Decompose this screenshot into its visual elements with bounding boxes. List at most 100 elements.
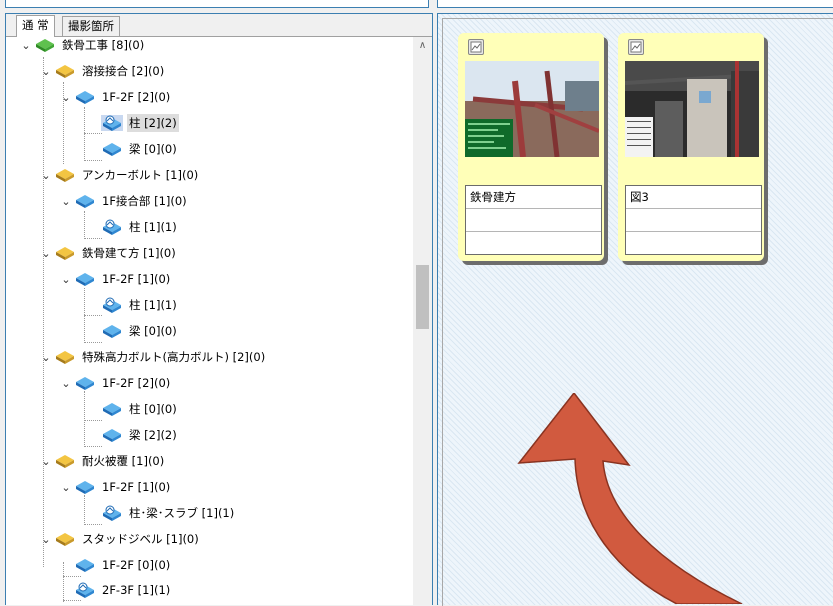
tab-shooting-location[interactable]: 撮影箇所 [62, 16, 120, 36]
tree-guide-line [84, 107, 85, 161]
tree-node-label[interactable]: 1F接合部 [1](0) [100, 192, 189, 210]
photo-caption[interactable]: 図3 [626, 186, 761, 209]
tree-node-label[interactable]: スタッドジベル [1](0) [80, 530, 201, 548]
tree-node-label[interactable]: 耐火被覆 [1](0) [80, 452, 166, 470]
tree-node-label[interactable]: 2F-3F [1](1) [100, 582, 172, 598]
tree-node[interactable]: ⌄ 1F接合部 [1](0) [60, 189, 189, 213]
chevron-down-icon[interactable]: ⌄ [40, 351, 52, 364]
folder-tree: ⌄ 鉄骨工事 [8](0) ⌄ 溶接接合 [2](0) ⌄ 1F-2F [2](0) 柱 [… [6, 37, 413, 605]
photo-card[interactable]: 図3 [618, 33, 764, 261]
scroll-thumb[interactable] [416, 265, 429, 329]
folder-blue-icon [74, 375, 96, 391]
tree-node-label[interactable]: 柱 [2](2) [127, 114, 179, 132]
tree-node[interactable]: ⌄ 1F-2F [2](0) [60, 371, 172, 395]
photo-caption-table: 鉄骨建方 [465, 185, 602, 255]
tree-node-label[interactable]: 1F-2F [0](0) [100, 557, 172, 573]
tree-node[interactable]: ⌄ 1F-2F [1](0) [60, 475, 172, 499]
caption-row-empty[interactable] [466, 209, 601, 232]
chevron-down-icon[interactable]: ⌄ [40, 455, 52, 468]
tree-guide-line [84, 495, 85, 525]
chevron-down-icon[interactable]: ⌄ [40, 247, 52, 260]
folder-green-icon [34, 37, 56, 53]
tree-node-label[interactable]: 梁 [0](0) [127, 322, 179, 340]
tree-node-label[interactable]: 1F-2F [2](0) [100, 375, 172, 391]
tree-node[interactable]: 梁 [0](0) [87, 319, 179, 343]
scroll-up-icon[interactable]: ∧ [413, 37, 432, 55]
chevron-down-icon[interactable]: ⌄ [40, 65, 52, 78]
tab-normal[interactable]: 通 常 [16, 15, 55, 37]
folder-blue-icon [74, 193, 96, 209]
tree-node[interactable]: 柱 [0](0) [87, 397, 179, 421]
tree-node[interactable]: 1F-2F [0](0) [60, 553, 172, 577]
photo-card[interactable]: 鉄骨建方 [458, 33, 604, 261]
tree-node[interactable]: ⌄ 1F-2F [1](0) [60, 267, 172, 291]
folder-photo-icon [101, 219, 123, 235]
tree-node-label[interactable]: 溶接接合 [2](0) [80, 62, 166, 80]
tree-node-label[interactable]: 1F-2F [1](0) [100, 271, 172, 287]
tree-node[interactable]: ⌄ 1F-2F [2](0) [60, 85, 172, 109]
tree-node-label[interactable]: 特殊高力ボルト(高力ボルト) [2](0) [80, 348, 267, 366]
folder-blue-icon [74, 89, 96, 105]
tree-node[interactable]: 柱 [1](1) [87, 215, 179, 239]
tree-node[interactable]: ⌄ スタッドジベル [1](0) [40, 527, 201, 551]
left-panel: 通 常 撮影箇所 ⌄ 鉄骨工事 [8](0) ⌄ 溶接接合 [2](0) ⌄ 1F-2F … [5, 13, 433, 605]
folder-yellow-icon [54, 349, 76, 365]
folder-blue-icon [101, 323, 123, 339]
chevron-down-icon[interactable]: ⌄ [60, 377, 72, 390]
tree-node[interactable]: 梁 [2](2) [87, 423, 179, 447]
tree-node-label[interactable]: 梁 [0](0) [127, 140, 179, 158]
tree-node[interactable]: ⌄ 特殊高力ボルト(高力ボルト) [2](0) [40, 345, 267, 369]
caption-row-empty[interactable] [466, 232, 601, 254]
tree-node[interactable]: 2F-3F [1](1) [60, 578, 172, 602]
photo-caption-table: 図3 [625, 185, 762, 255]
chevron-down-icon[interactable]: ⌄ [60, 91, 72, 104]
tree-node-label[interactable]: 柱 [1](1) [127, 218, 179, 236]
folder-blue-icon [74, 479, 96, 495]
tree-node[interactable]: ⌄ 鉄骨建て方 [1](0) [40, 241, 178, 265]
tree-node-label[interactable]: 柱 [0](0) [127, 400, 179, 418]
tree-node[interactable]: ⌄ 溶接接合 [2](0) [40, 59, 166, 83]
tree-node-label[interactable]: 1F-2F [1](0) [100, 479, 172, 495]
folder-yellow-icon [54, 245, 76, 261]
folder-blue-icon [74, 557, 96, 573]
tree-node[interactable]: 柱 [1](1) [87, 293, 179, 317]
folder-photo-icon [101, 505, 123, 521]
tree-node-label[interactable]: 柱･梁･スラブ [1](1) [127, 504, 236, 522]
folder-photo-icon [74, 582, 96, 598]
photo-thumbnail[interactable] [465, 61, 599, 157]
photo-thumbnail[interactable] [625, 61, 759, 157]
tree-node[interactable]: ⌄ 鉄骨工事 [8](0) [20, 37, 146, 57]
folder-photo-icon [101, 297, 123, 313]
image-check-icon[interactable] [628, 39, 644, 55]
image-check-icon[interactable] [468, 39, 484, 55]
chevron-down-icon[interactable]: ⌄ [60, 481, 72, 494]
tree-node[interactable]: ⌄ 耐火被覆 [1](0) [40, 449, 166, 473]
tree-node-label[interactable]: 1F-2F [2](0) [100, 89, 172, 105]
tree-node-label[interactable]: 鉄骨工事 [8](0) [60, 37, 146, 54]
chevron-down-icon[interactable]: ⌄ [60, 273, 72, 286]
chevron-down-icon[interactable]: ⌄ [40, 169, 52, 182]
folder-yellow-icon [54, 167, 76, 183]
tree-node-label[interactable]: アンカーボルト [1](0) [80, 166, 200, 184]
chevron-down-icon[interactable]: ⌄ [40, 533, 52, 546]
tree-node[interactable]: ⌄ アンカーボルト [1](0) [40, 163, 200, 187]
chevron-down-icon[interactable]: ⌄ [60, 195, 72, 208]
folder-blue-icon [101, 141, 123, 157]
top-right-field [437, 0, 833, 8]
tree-node[interactable]: 柱･梁･スラブ [1](1) [87, 501, 236, 525]
folder-blue-icon [101, 427, 123, 443]
tree-node-label[interactable]: 柱 [1](1) [127, 296, 179, 314]
tree-node-label[interactable]: 梁 [2](2) [127, 426, 179, 444]
tree-guide-line [43, 57, 44, 567]
tab-bar: 通 常 撮影箇所 [6, 14, 432, 37]
folder-blue-icon [101, 401, 123, 417]
tree-node-label[interactable]: 鉄骨建て方 [1](0) [80, 244, 178, 262]
caption-row-empty[interactable] [626, 209, 761, 232]
tree-node[interactable]: 柱 [2](2) [87, 111, 179, 135]
tree-node[interactable]: 梁 [0](0) [87, 137, 179, 161]
photo-caption[interactable]: 鉄骨建方 [466, 186, 601, 209]
tree-scrollbar[interactable]: ∧ [413, 37, 432, 605]
top-left-field [5, 0, 429, 8]
caption-row-empty[interactable] [626, 232, 761, 254]
chevron-down-icon[interactable]: ⌄ [20, 39, 32, 52]
